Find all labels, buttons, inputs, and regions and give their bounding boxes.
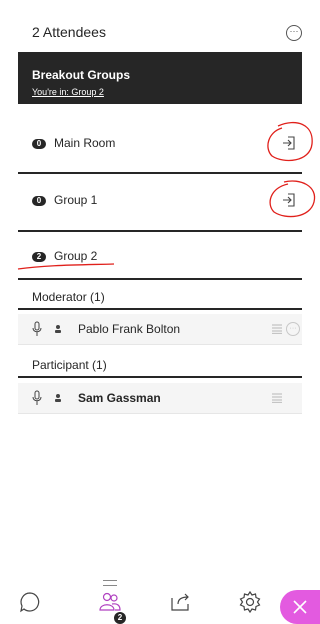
- more-circle-icon[interactable]: ···: [286, 322, 300, 336]
- group-name: Group 1: [54, 193, 98, 207]
- group-count-badge: 0: [32, 139, 46, 149]
- close-panel-button[interactable]: [280, 590, 320, 624]
- breakout-title: Breakout Groups: [32, 68, 131, 82]
- bottom-toolbar: 2: [0, 576, 320, 624]
- group-count-badge: 2: [32, 252, 46, 262]
- group-count-badge: 0: [32, 196, 46, 206]
- attendee-name: Sam Gassman: [78, 391, 161, 405]
- moderator-section-header: Moderator (1): [18, 286, 302, 310]
- group-1[interactable]: 0 Group 1: [18, 174, 302, 232]
- tab-share[interactable]: [150, 576, 210, 624]
- share-icon: [171, 593, 189, 611]
- more-circle-icon[interactable]: ···: [286, 25, 302, 41]
- attendee-row[interactable]: Sam Gassman: [18, 383, 302, 414]
- list-icon[interactable]: [272, 393, 282, 403]
- microphone-icon[interactable]: [32, 321, 42, 337]
- attendee-name: Pablo Frank Bolton: [78, 322, 181, 336]
- tab-attendees[interactable]: 2: [80, 576, 140, 624]
- attendee-row[interactable]: Pablo Frank Bolton ···: [18, 314, 302, 345]
- settings-icon: [239, 590, 261, 614]
- moderator-label: Moderator (1): [32, 290, 105, 304]
- participant-label: Participant (1): [32, 358, 107, 372]
- attendees-icon: [99, 592, 121, 611]
- attendee-count-badge: 2: [114, 612, 126, 624]
- enter-room-icon[interactable]: [282, 136, 296, 150]
- list-icon[interactable]: [272, 324, 282, 334]
- attendees-title: 2 Attendees: [32, 24, 106, 40]
- drag-handle[interactable]: [103, 580, 117, 586]
- user-icon: [55, 325, 61, 333]
- microphone-icon[interactable]: [32, 390, 42, 406]
- breakout-groups-banner: Breakout Groups You're in: Group 2: [18, 52, 302, 104]
- group-main-room[interactable]: 0 Main Room: [18, 116, 302, 174]
- close-icon: [293, 600, 307, 614]
- chat-icon: [20, 592, 40, 613]
- attendees-header: 2 Attendees ···: [0, 0, 320, 52]
- user-icon: [55, 394, 61, 402]
- enter-room-icon[interactable]: [282, 193, 296, 207]
- group-name: Group 2: [54, 249, 98, 263]
- group-name: Main Room: [54, 136, 116, 150]
- group-2[interactable]: 2 Group 2: [18, 232, 302, 280]
- tab-chat[interactable]: [0, 576, 60, 624]
- participant-section-header: Participant (1): [18, 354, 302, 378]
- tab-settings[interactable]: [220, 576, 280, 624]
- current-group-link[interactable]: You're in: Group 2: [32, 87, 104, 97]
